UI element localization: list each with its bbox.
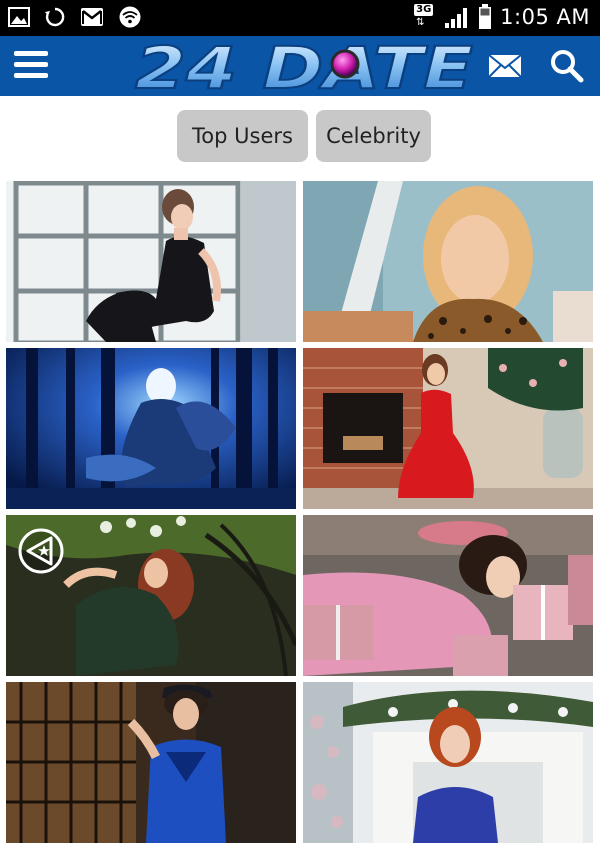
profile-photo-7[interactable] bbox=[6, 682, 296, 843]
status-bar: 3G ⇅ 1:05 AM bbox=[0, 0, 600, 36]
profile-photo-3[interactable] bbox=[6, 348, 296, 509]
app-logo: 24 DATE bbox=[134, 38, 474, 94]
network-label: 3G bbox=[414, 4, 434, 16]
data-arrows-icon: ⇅ bbox=[416, 17, 425, 28]
search-icon[interactable] bbox=[549, 48, 585, 84]
top-users-button[interactable]: Top Users bbox=[177, 110, 308, 162]
clock: 1:05 AM bbox=[500, 5, 590, 29]
celebrity-button[interactable]: Celebrity bbox=[316, 110, 431, 162]
signal-icon bbox=[445, 8, 468, 28]
image-icon bbox=[8, 7, 30, 27]
network-indicator: 3G ⇅ bbox=[414, 4, 436, 30]
status-right-icons: 3G ⇅ 1:05 AM bbox=[414, 4, 590, 30]
logo-dot-icon bbox=[330, 49, 360, 79]
profile-photo-8[interactable] bbox=[303, 682, 593, 843]
filter-bar: Top Users Celebrity bbox=[0, 110, 600, 162]
menu-button[interactable] bbox=[14, 51, 50, 81]
mail-icon[interactable] bbox=[488, 53, 522, 79]
battery-icon bbox=[479, 4, 492, 29]
wifi-icon bbox=[119, 6, 141, 28]
status-left-icons bbox=[8, 6, 142, 28]
sync-icon bbox=[45, 7, 65, 27]
gmail-icon bbox=[81, 8, 103, 26]
profile-photo-6[interactable] bbox=[303, 515, 593, 676]
menu-icon bbox=[14, 51, 48, 56]
profile-photo-1[interactable] bbox=[6, 181, 296, 342]
share-icon[interactable] bbox=[18, 528, 64, 574]
logo-text: 24 DATE bbox=[135, 38, 473, 94]
app-header: 24 DATE bbox=[0, 36, 600, 96]
profile-photo-4[interactable] bbox=[303, 348, 593, 509]
profile-photo-2[interactable] bbox=[303, 181, 593, 342]
